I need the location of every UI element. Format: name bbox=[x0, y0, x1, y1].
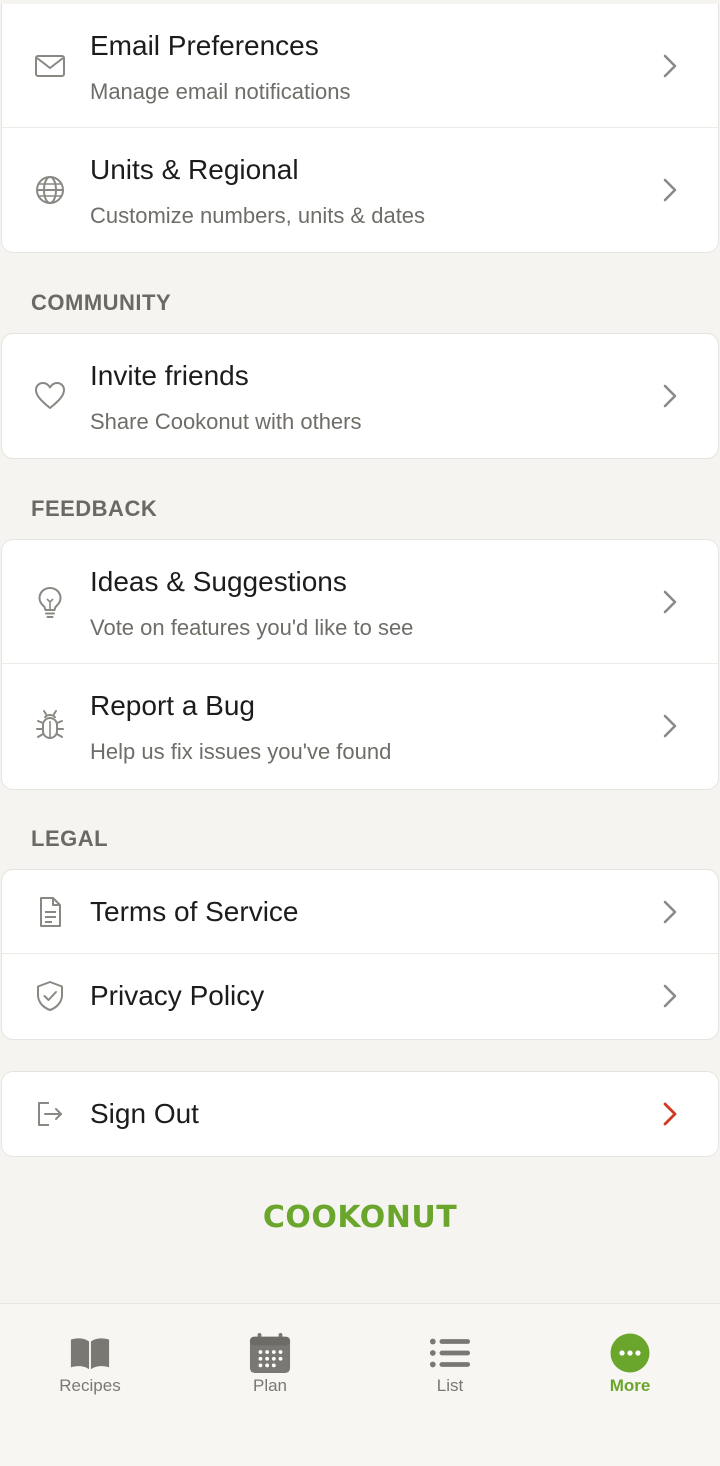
globe-icon bbox=[33, 173, 67, 207]
privacy-policy-row[interactable]: Privacy Policy bbox=[2, 954, 718, 1038]
tab-recipes[interactable]: Recipes bbox=[0, 1304, 180, 1414]
sign-out-label: Sign Out bbox=[90, 1098, 199, 1129]
row-subtitle: Customize numbers, units & dates bbox=[90, 203, 426, 228]
tab-plan[interactable]: Plan bbox=[180, 1304, 360, 1414]
row-title: Report a Bug bbox=[90, 690, 255, 721]
units-regional-row[interactable]: Units & Regional Customize numbers, unit… bbox=[2, 128, 718, 252]
chevron-right-icon bbox=[663, 984, 677, 1008]
section-header-legal: LEGAL bbox=[31, 826, 109, 851]
sign-out-row[interactable]: Sign Out bbox=[2, 1072, 718, 1156]
tab-label: More bbox=[609, 1376, 651, 1395]
tab-list[interactable]: List bbox=[360, 1304, 540, 1414]
row-subtitle: Share Cookonut with others bbox=[90, 409, 362, 434]
tab-label: Recipes bbox=[59, 1376, 121, 1395]
tab-more[interactable]: More bbox=[540, 1304, 720, 1414]
more-dots-icon bbox=[609, 1332, 651, 1374]
invite-friends-row[interactable]: Invite friends Share Cookonut with other… bbox=[2, 334, 718, 458]
chevron-right-icon bbox=[663, 54, 677, 78]
mail-icon bbox=[33, 49, 67, 83]
book-icon bbox=[69, 1332, 111, 1374]
row-title: Units & Regional bbox=[90, 154, 299, 185]
section-header-community: COMMUNITY bbox=[31, 290, 172, 315]
bug-icon bbox=[33, 709, 67, 743]
terms-of-service-row[interactable]: Terms of Service bbox=[2, 870, 718, 954]
heart-icon bbox=[33, 379, 67, 413]
account-settings-card: Email Preferences Manage email notificat… bbox=[1, 4, 719, 253]
bottom-tab-bar: Recipes Plan List More bbox=[0, 1303, 720, 1466]
chevron-right-icon bbox=[663, 590, 677, 614]
chevron-right-icon bbox=[663, 178, 677, 202]
row-subtitle: Help us fix issues you've found bbox=[90, 739, 392, 764]
row-title: Privacy Policy bbox=[90, 980, 265, 1011]
row-subtitle: Manage email notifications bbox=[90, 79, 351, 104]
chevron-right-icon bbox=[663, 714, 677, 738]
tab-label: List bbox=[436, 1376, 464, 1395]
community-card: Invite friends Share Cookonut with other… bbox=[1, 333, 719, 459]
cookonut-logo: COOKONUT bbox=[262, 1200, 458, 1235]
report-bug-row[interactable]: Report a Bug Help us fix issues you've f… bbox=[2, 664, 718, 788]
row-title: Email Preferences bbox=[90, 30, 319, 61]
chevron-right-icon bbox=[663, 900, 677, 924]
email-preferences-row[interactable]: Email Preferences Manage email notificat… bbox=[2, 4, 718, 128]
row-title: Ideas & Suggestions bbox=[90, 566, 347, 597]
chevron-right-icon bbox=[663, 1102, 677, 1126]
list-icon bbox=[429, 1332, 471, 1374]
lightbulb-icon bbox=[33, 585, 67, 619]
sign-out-icon bbox=[33, 1097, 67, 1131]
row-subtitle: Vote on features you'd like to see bbox=[90, 615, 414, 640]
tab-label: Plan bbox=[252, 1376, 288, 1395]
chevron-right-icon bbox=[663, 384, 677, 408]
feedback-card: Ideas & Suggestions Vote on features you… bbox=[1, 539, 719, 790]
document-icon bbox=[33, 895, 67, 929]
ideas-suggestions-row[interactable]: Ideas & Suggestions Vote on features you… bbox=[2, 540, 718, 664]
row-title: Terms of Service bbox=[90, 896, 299, 927]
sign-out-card: Sign Out bbox=[1, 1071, 719, 1157]
shield-check-icon bbox=[33, 979, 67, 1013]
legal-card: Terms of Service Privacy Policy bbox=[1, 869, 719, 1040]
row-title: Invite friends bbox=[90, 360, 249, 391]
section-header-feedback: FEEDBACK bbox=[31, 496, 158, 521]
calendar-icon bbox=[249, 1332, 291, 1374]
